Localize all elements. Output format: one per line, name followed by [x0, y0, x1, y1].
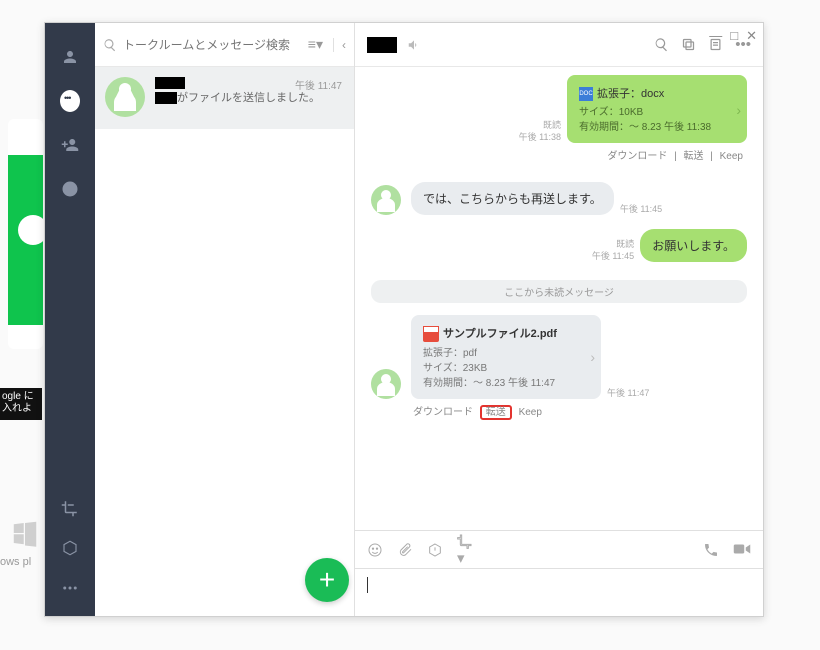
message-row: PDFサンプルファイル2.pdf 拡張子：pdf サイズ：23KB 有効期間：～… — [371, 315, 747, 399]
forward-link[interactable]: 転送 — [679, 151, 707, 162]
download-link[interactable]: ダウンロード — [603, 151, 671, 162]
capture-icon[interactable]: ▾ — [457, 533, 473, 567]
chat-panel: ••• 既読 午後 11:38 DOC拡張子：docx サイズ：10KB 有効期… — [355, 23, 763, 616]
close-button[interactable]: ✕ — [746, 28, 757, 44]
speaker-icon[interactable] — [407, 38, 421, 52]
message-meta: 既読 午後 11:38 — [519, 119, 561, 143]
chat-title-redacted — [367, 37, 397, 53]
room-name-redacted — [155, 77, 185, 89]
timeline-icon[interactable] — [60, 179, 80, 199]
message-bubble: では、こちらからも再送します。 — [411, 182, 614, 215]
call-icon[interactable] — [703, 542, 719, 558]
file-actions: ダウンロード 転送 Keep — [409, 403, 747, 418]
crop-icon[interactable] — [60, 498, 80, 518]
download-link[interactable]: ダウンロード — [409, 407, 477, 418]
search-input[interactable] — [123, 38, 298, 52]
attach-icon[interactable] — [397, 542, 413, 558]
search-icon — [103, 38, 117, 52]
room-time: 午後 11:47 — [295, 77, 342, 92]
keep-icon[interactable] — [60, 538, 80, 558]
more-icon[interactable] — [60, 578, 80, 598]
emoji-icon[interactable] — [367, 542, 383, 558]
search-chat-icon[interactable] — [654, 37, 669, 52]
maximize-button[interactable]: □ — [730, 28, 738, 44]
message-row: 既読 午後 11:45 お願いします。 — [371, 229, 747, 262]
windows-logo-icon — [10, 518, 40, 548]
file-actions: ダウンロード | 転送 | Keep — [371, 147, 747, 162]
chevron-right-icon: › — [590, 349, 595, 365]
chat-text-input[interactable] — [355, 568, 763, 616]
pdf-icon: PDF — [423, 326, 439, 342]
chat-body: 既読 午後 11:38 DOC拡張子：docx サイズ：10KB 有効期間：～ … — [355, 67, 763, 530]
chat-toolbar: ▾ — [355, 530, 763, 568]
bg-windows-text: ows pl — [0, 556, 31, 568]
bg-google-badge: ogle に入れよ — [0, 388, 42, 420]
message-time: 午後 11:45 — [620, 203, 662, 215]
message-meta: 既読 午後 11:45 — [592, 238, 634, 262]
chat-icon[interactable] — [60, 91, 80, 111]
keep-small-icon[interactable] — [427, 542, 443, 558]
message-time: 午後 11:47 — [607, 387, 649, 399]
collapse-icon[interactable]: ‹ — [333, 38, 346, 52]
unread-divider: ここから未読メッセージ — [371, 280, 747, 303]
text-cursor — [367, 577, 368, 593]
roomlist-panel: ≡▾ ‹ がファイルを送信しました。 午後 11:47 + — [95, 23, 355, 616]
message-bubble: お願いします。 — [640, 229, 747, 262]
friends-icon[interactable] — [60, 47, 80, 67]
room-name-redacted-2 — [155, 92, 177, 104]
window-controls: — □ ✕ — [709, 28, 757, 44]
message-row: では、こちらからも再送します。 午後 11:45 — [371, 182, 747, 215]
file-card-docx[interactable]: DOC拡張子：docx サイズ：10KB 有効期間：～ 8.23 午後 11:3… — [567, 75, 747, 143]
video-icon[interactable] — [733, 542, 751, 558]
forward-link-highlighted[interactable]: 転送 — [480, 405, 512, 420]
minimize-button[interactable]: — — [709, 28, 722, 44]
chat-header: ••• — [355, 23, 763, 67]
add-friend-icon[interactable] — [60, 135, 80, 155]
sidebar — [45, 23, 95, 616]
room-item[interactable]: がファイルを送信しました。 午後 11:47 — [95, 67, 354, 129]
doc-icon: DOC — [579, 87, 593, 101]
avatar — [371, 369, 401, 399]
chevron-right-icon: › — [736, 102, 741, 118]
app-window: — □ ✕ — [44, 22, 764, 617]
new-chat-fab[interactable]: + — [305, 558, 349, 602]
room-content: がファイルを送信しました。 午後 11:47 — [155, 77, 342, 117]
room-summary: がファイルを送信しました。 — [177, 92, 320, 104]
keep-link[interactable]: Keep — [716, 151, 747, 162]
sort-icon[interactable]: ≡▾ — [304, 36, 327, 53]
file-card-pdf[interactable]: PDFサンプルファイル2.pdf 拡張子：pdf サイズ：23KB 有効期間：～… — [411, 315, 601, 399]
message-row: 既読 午後 11:38 DOC拡張子：docx サイズ：10KB 有効期間：～ … — [371, 75, 747, 143]
avatar — [105, 77, 145, 117]
avatar — [371, 185, 401, 215]
keep-link[interactable]: Keep — [515, 407, 546, 418]
copy-icon[interactable] — [681, 37, 696, 52]
search-row: ≡▾ ‹ — [95, 23, 354, 67]
